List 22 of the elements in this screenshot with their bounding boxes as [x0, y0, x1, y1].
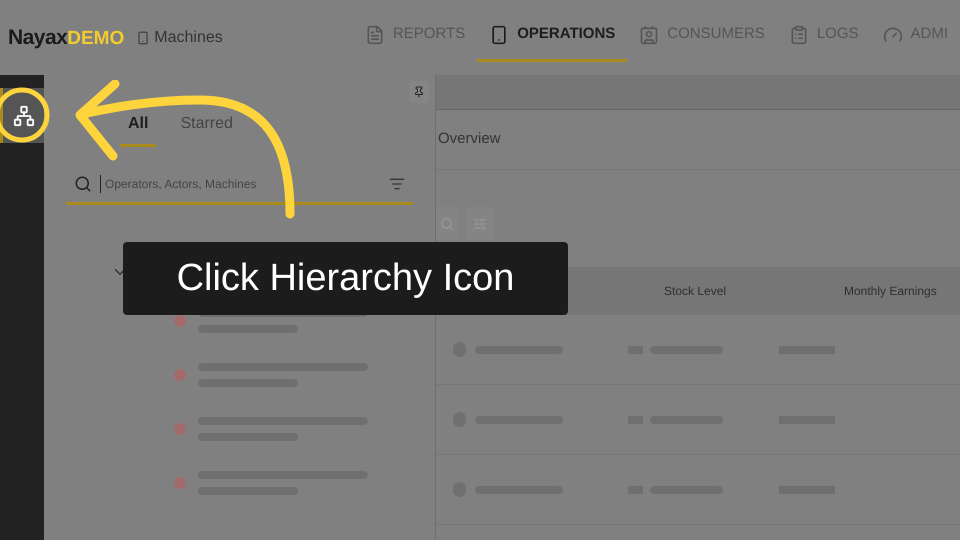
hierarchy-icon: [12, 104, 34, 126]
logo: NayaxDEMO: [8, 24, 124, 51]
tab-icon: [788, 24, 809, 44]
nav-tab[interactable]: OPERATIONS: [477, 10, 628, 62]
panel-tab[interactable]: All: [120, 112, 156, 147]
pin-button[interactable]: [409, 81, 429, 103]
search-icon: [74, 174, 92, 192]
tab-icon: [364, 24, 385, 44]
pin-icon: [413, 86, 425, 98]
column-header: Stock Level: [664, 283, 728, 300]
highlight-ring: [0, 88, 50, 142]
machine-icon: [136, 30, 150, 44]
search-field[interactable]: Operators, Actors, Machines: [66, 165, 413, 205]
filter-icon: [389, 176, 405, 192]
column-header: Monthly Earnings: [844, 283, 937, 300]
search-input[interactable]: Operators, Actors, Machines: [100, 174, 381, 192]
tab-icon: [639, 24, 660, 44]
tooltip-callout: Click Hierarchy Icon: [123, 242, 568, 315]
panel-tab[interactable]: Starred: [172, 112, 241, 147]
section-title: Overview: [437, 129, 501, 150]
tab-icon: [882, 24, 902, 44]
page-title: Machines: [154, 28, 223, 48]
